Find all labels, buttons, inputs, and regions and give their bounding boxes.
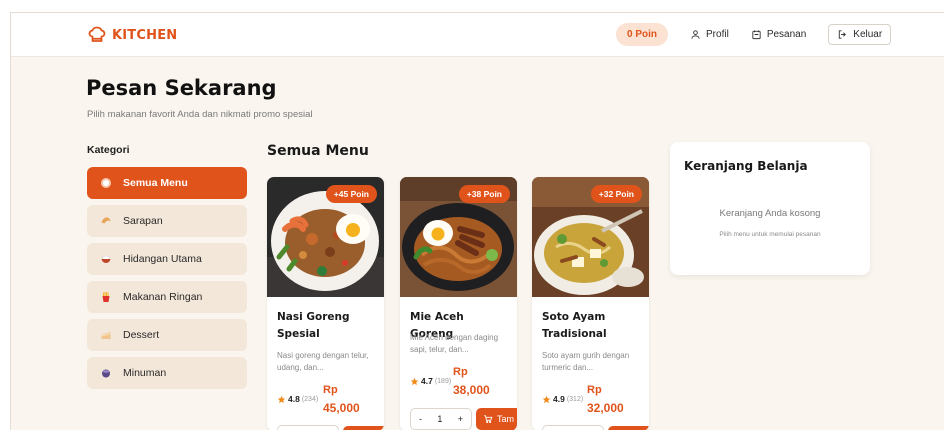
category-label: Makanan Ringan [123, 291, 203, 303]
points-badge: +45 Poin [325, 185, 377, 203]
add-to-cart-label: Tam [497, 414, 515, 424]
star-icon [277, 395, 286, 403]
user-icon [691, 30, 700, 39]
food-image: +32 Poin [532, 177, 649, 297]
menu-item-desc: Nasi goreng dengan telur, udang, dan... [277, 351, 369, 372]
rice-bowl-icon [99, 252, 113, 266]
profile-link[interactable]: Profil [690, 29, 729, 40]
category-hidangan-utama[interactable]: Hidangan Utama [87, 243, 247, 275]
cake-icon [99, 328, 113, 342]
menu-item-desc: Soto ayam gurih dengan turmeric dan... [542, 351, 630, 372]
plate-icon [99, 176, 113, 190]
rating: 4.8 (234) [277, 394, 318, 404]
logout-button[interactable]: Keluar [828, 24, 892, 45]
quantity-stepper[interactable] [542, 425, 604, 430]
category-heading: Kategori [87, 144, 130, 156]
menu-card-nasi-goreng[interactable]: +45 Poin Nasi Goreng Spesial Nasi goreng… [267, 177, 384, 430]
category-sarapan[interactable]: Sarapan [87, 205, 247, 237]
page-subtitle: Pilih makanan favorit Anda dan nikmati p… [87, 109, 313, 120]
app-frame: KITCHEN 0 Poin Profil Pesanan Keluar Pes… [10, 12, 944, 430]
price-currency: Rp [587, 384, 602, 396]
category-makanan-ringan[interactable]: Makanan Ringan [87, 281, 247, 313]
brand-name: KITCHEN [112, 27, 178, 43]
review-count: (189) [434, 377, 452, 385]
points-badge: +32 Poin [590, 185, 642, 203]
nav-actions: 0 Poin Profil Pesanan Keluar [616, 23, 892, 46]
add-to-cart-button[interactable] [608, 426, 649, 430]
menu-item-desc: Mie Aceh dengan daging sapi, telur, dan.… [410, 333, 499, 354]
review-count: (234) [301, 395, 319, 403]
orders-label: Pesanan [766, 29, 807, 40]
menu-item-name: Soto Ayam Tradisional [542, 311, 607, 340]
rating: 4.7 (189) [410, 376, 451, 386]
category-list: Semua Menu Sarapan Hidangan Utama Makana… [87, 167, 247, 395]
increment-button[interactable]: + [458, 414, 463, 424]
menu-card-soto-ayam[interactable]: +32 Poin Soto Ayam Tradisional Soto ayam… [532, 177, 649, 430]
decrement-button[interactable]: - [419, 414, 422, 424]
category-label: Semua Menu [123, 177, 188, 189]
logout-icon [839, 30, 847, 39]
category-label: Minuman [123, 367, 167, 379]
price-value: 38,000 [453, 383, 490, 397]
rating: 4.9 (312) [542, 394, 583, 404]
points-badge: +38 Poin [458, 185, 510, 203]
cart-hint: Pilih menu untuk memulai pesanan [719, 231, 821, 238]
fries-icon [99, 290, 113, 304]
points-badge[interactable]: 0 Poin [616, 23, 669, 46]
add-to-cart-button[interactable]: Tam [476, 408, 517, 430]
menu-card-mie-aceh[interactable]: +38 Poin Mie Aceh Goreng Mie Aceh dengan… [400, 177, 517, 430]
chef-hat-icon [88, 26, 106, 42]
page-title: Pesan Sekarang [86, 76, 277, 100]
food-image: +38 Poin [400, 177, 517, 297]
quantity-value: 1 [437, 414, 443, 424]
price-value: 32,000 [587, 401, 624, 415]
cart-icon [484, 415, 493, 423]
quantity-stepper[interactable] [277, 425, 339, 430]
star-icon [542, 395, 551, 403]
cart-title: Keranjang Belanja [684, 159, 808, 173]
rating-value: 4.7 [421, 376, 433, 386]
cart-empty-message: Keranjang Anda kosong [719, 208, 821, 219]
croissant-icon [99, 214, 113, 228]
add-to-cart-button[interactable] [343, 426, 384, 430]
logout-label: Keluar [853, 29, 883, 40]
price-currency: Rp [453, 366, 468, 378]
category-label: Hidangan Utama [123, 253, 202, 265]
category-semua-menu[interactable]: Semua Menu [87, 167, 247, 199]
navbar: KITCHEN 0 Poin Profil Pesanan Keluar [11, 13, 944, 57]
category-label: Sarapan [123, 215, 163, 227]
cart-panel: Keranjang Belanja Keranjang Anda kosong … [670, 142, 870, 275]
price-value: 45,000 [323, 401, 360, 415]
receipt-icon [752, 30, 761, 40]
menu-section-title: Semua Menu [267, 143, 369, 159]
category-minuman[interactable]: Minuman [87, 357, 247, 389]
category-label: Dessert [123, 329, 160, 341]
quantity-stepper[interactable]: - 1 + [410, 408, 472, 430]
drink-icon [99, 366, 113, 380]
rating-value: 4.9 [553, 394, 565, 404]
price-currency: Rp [323, 384, 338, 396]
food-image: +45 Poin [267, 177, 384, 297]
rating-value: 4.8 [288, 394, 300, 404]
review-count: (312) [566, 395, 584, 403]
category-dessert[interactable]: Dessert [87, 319, 247, 351]
orders-link[interactable]: Pesanan [751, 29, 806, 40]
star-icon [410, 377, 419, 385]
brand-logo[interactable]: KITCHEN [88, 26, 177, 44]
menu-item-name: Nasi Goreng Spesial [277, 311, 350, 340]
profile-label: Profil [706, 29, 729, 40]
